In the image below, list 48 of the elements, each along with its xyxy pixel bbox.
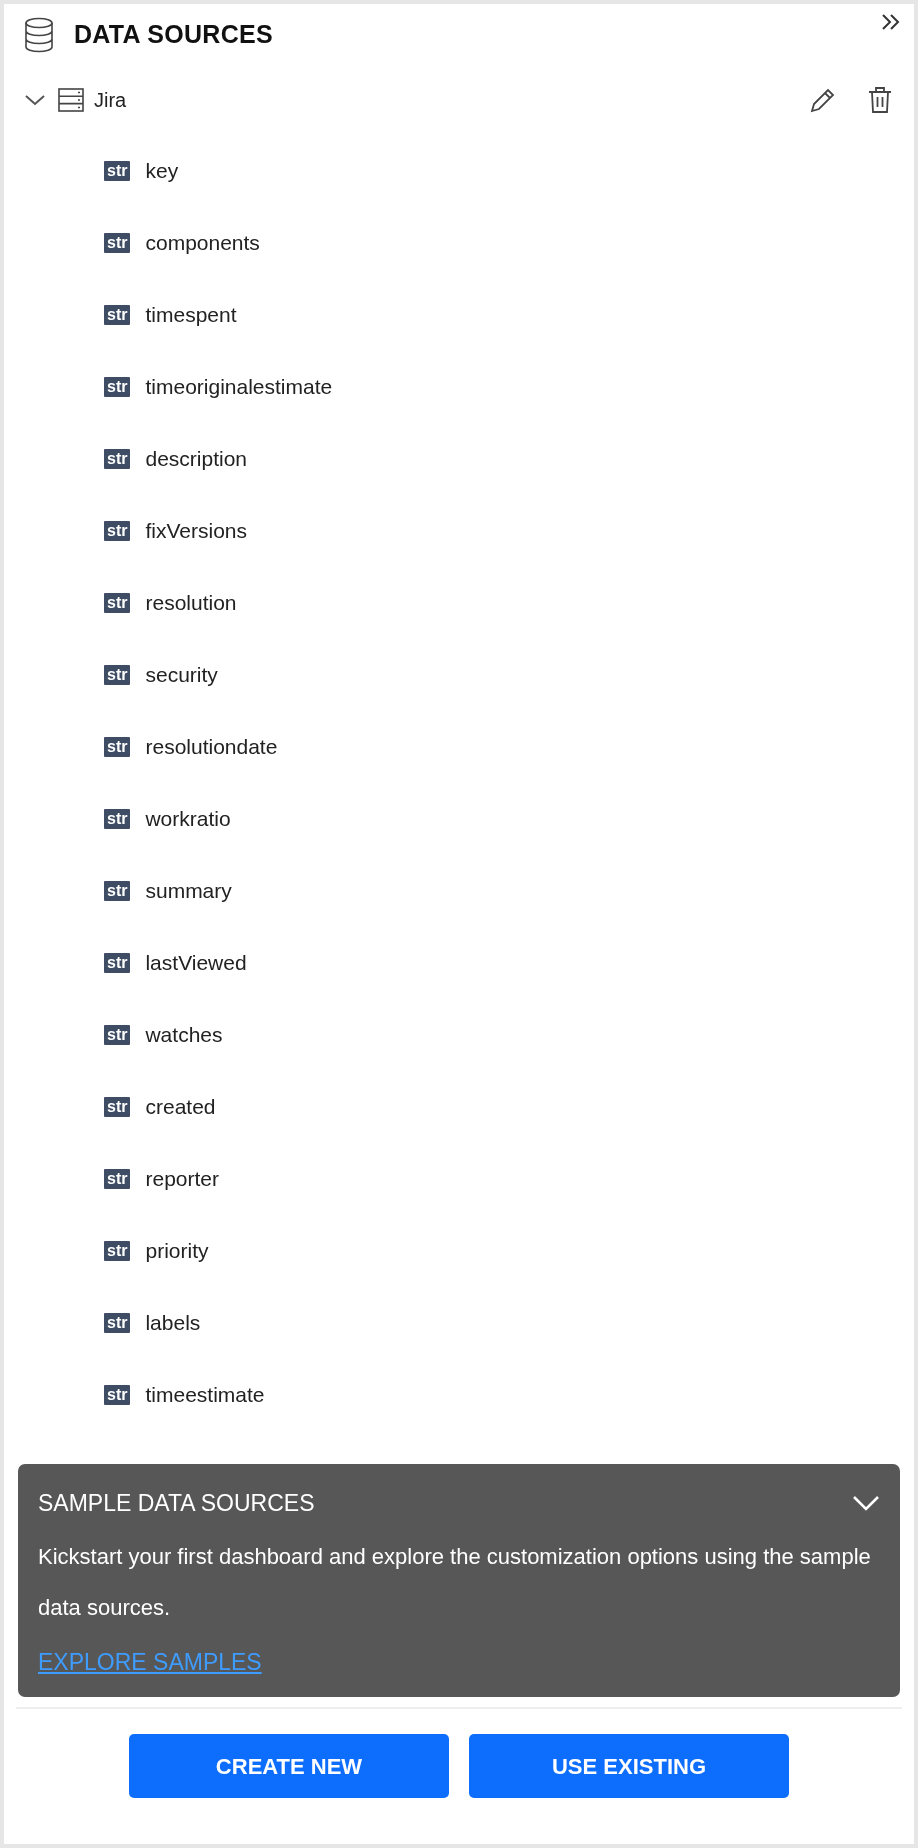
field-name[interactable]: workratio: [145, 803, 231, 835]
field-name[interactable]: timeoriginalestimate: [145, 371, 333, 403]
type-badge: str: [104, 304, 131, 326]
type-badge: str: [104, 376, 131, 398]
data-source-name[interactable]: Jira: [94, 85, 127, 115]
type-badge: str: [104, 736, 131, 758]
type-badge: str: [104, 448, 131, 470]
type-badge: str: [104, 1240, 131, 1262]
type-badge: str: [104, 880, 131, 902]
type-badge: str: [104, 1384, 131, 1406]
action-button[interactable]: USE EXISTING: [469, 1734, 789, 1798]
action-button[interactable]: CREATE NEW: [129, 1734, 449, 1798]
type-badge: str: [104, 952, 131, 974]
type-badge: str: [104, 160, 131, 182]
field-name[interactable]: resolutiondate: [145, 731, 278, 763]
panel-title: DATA SOURCES: [74, 18, 273, 50]
field-name[interactable]: watches: [145, 1019, 223, 1051]
sample-panel-text: Kickstart your first dashboard and explore the customization options using the sample data sources.: [38, 1542, 872, 1622]
database-icon: [24, 16, 54, 53]
field-name[interactable]: timespent: [145, 299, 237, 331]
field-name[interactable]: timeestimate: [145, 1379, 265, 1411]
type-badge: str: [104, 232, 131, 254]
type-badge: str: [104, 664, 131, 686]
table-icon: [58, 88, 84, 112]
field-name[interactable]: fixVersions: [145, 515, 247, 547]
chevron-icon[interactable]: [24, 93, 46, 107]
type-badge: str: [104, 520, 131, 542]
type-badge: str: [104, 1168, 131, 1190]
trash-icon[interactable]: [868, 86, 892, 114]
field-name[interactable]: reporter: [145, 1163, 219, 1195]
type-badge: str: [104, 808, 131, 830]
type-badge: str: [104, 592, 131, 614]
field-name[interactable]: priority: [145, 1235, 209, 1267]
field-name[interactable]: components: [145, 227, 260, 259]
field-name[interactable]: summary: [145, 875, 232, 907]
field-name[interactable]: resolution: [145, 587, 237, 619]
type-badge: str: [104, 1024, 131, 1046]
sample-panel-title: SAMPLE DATA SOURCES: [38, 1489, 315, 1518]
field-name[interactable]: labels: [145, 1307, 201, 1339]
double-chevron-icon[interactable]: [880, 12, 902, 32]
type-badge: str: [104, 1096, 131, 1118]
field-name[interactable]: lastViewed: [145, 947, 247, 979]
field-name[interactable]: created: [145, 1091, 216, 1123]
type-badge: str: [104, 1312, 131, 1334]
chevron-icon[interactable]: [852, 1495, 880, 1512]
field-name[interactable]: description: [145, 443, 247, 475]
field-name[interactable]: security: [145, 659, 218, 691]
field-name[interactable]: key: [145, 155, 179, 187]
